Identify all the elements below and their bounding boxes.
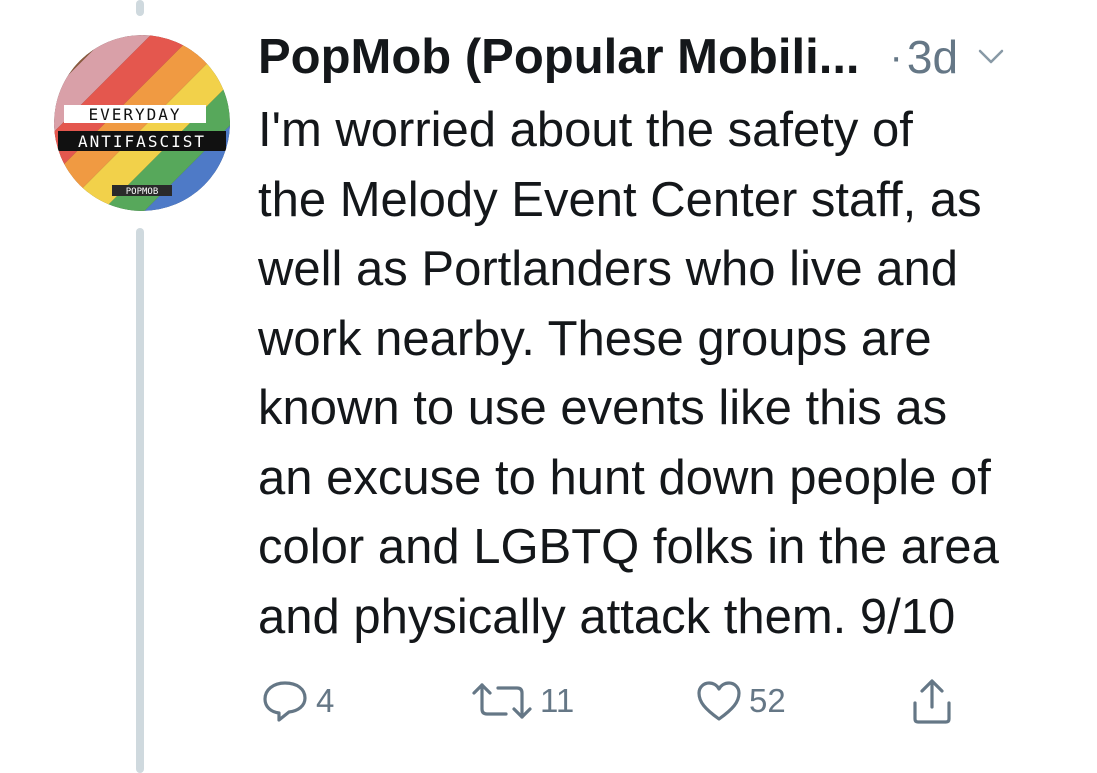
tweet-text-line: and physically attack them. 9/10 [258,589,956,644]
reply-count: 4 [316,682,335,719]
heart-icon [697,681,741,721]
tweet-text-line: I'm worried about the safety of [258,103,913,157]
tweet-text-line: the Melody Event Center staff, as [258,172,982,227]
reply-icon [263,681,307,722]
retweet-icon [472,683,532,719]
avatar-text-badge: POPMOB [126,187,159,197]
tweet-actions: 4 11 52 [0,676,1097,726]
tweet-header: PopMob (Popular Mobili... · 3d [258,24,1088,90]
tweet-text-line: color and LGBTQ folks in the area [258,520,999,574]
tweet-text-line: work nearby. These groups are [258,311,932,366]
tweet-text-line: known to use events like this as [258,381,948,435]
retweet-button[interactable]: 11 [470,676,574,726]
like-button[interactable]: 52 [695,676,786,726]
tweet-text-line: well as Portlanders who live and [258,242,958,296]
like-count: 52 [749,682,786,719]
share-icon [913,679,951,724]
avatar[interactable]: EVERYDAY ANTIFASCIST POPMOB [54,35,230,211]
tweet-text-line: an excuse to hunt down people of [258,450,991,505]
avatar-text-antifascist: ANTIFASCIST [78,132,206,151]
chevron-down-icon[interactable] [978,49,1004,65]
tweet-timestamp[interactable]: 3d [907,30,958,84]
author-name[interactable]: PopMob (Popular Mobili... [258,29,860,85]
thread-line-top [136,0,144,16]
separator-dot: · [889,34,903,79]
avatar-text-everyday: EVERYDAY [88,105,181,124]
share-button[interactable] [907,676,957,726]
reply-button[interactable]: 4 [260,676,334,726]
retweet-count: 11 [540,682,575,719]
avatar-logo: EVERYDAY ANTIFASCIST POPMOB [54,35,230,211]
tweet-text: I'm worried about the safety of the Melo… [258,96,1088,652]
